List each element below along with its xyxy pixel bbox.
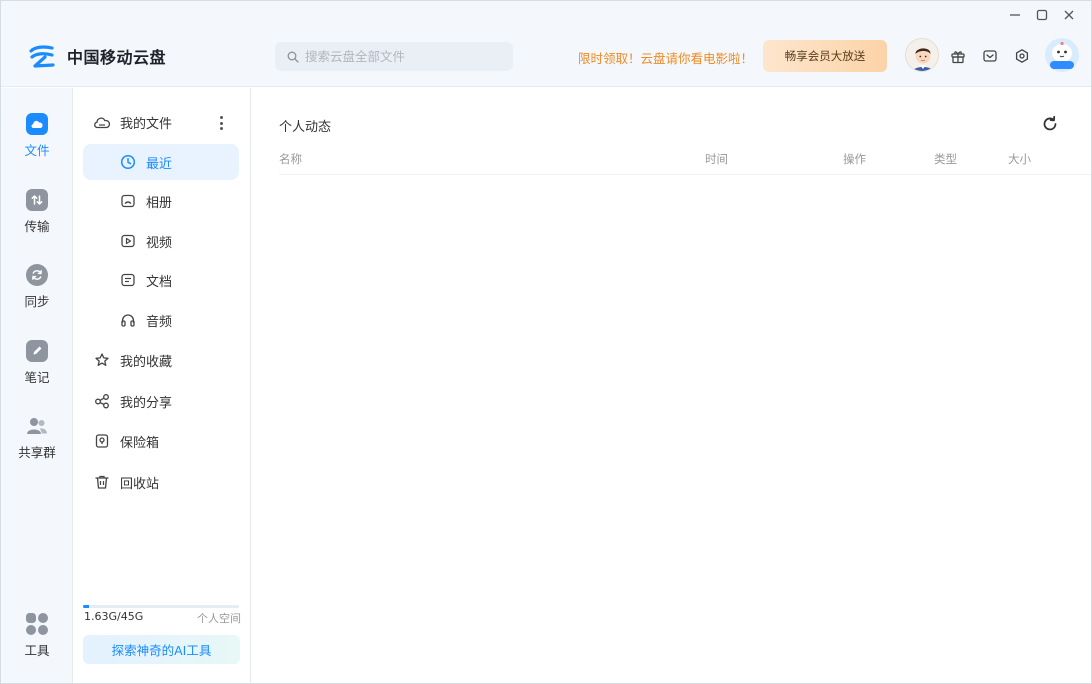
rail-label-transfer: 传输 — [24, 216, 49, 235]
rail-item-files[interactable]: 文件 — [1, 113, 73, 169]
explore-ai-tools-button[interactable]: 探索神奇的AI工具 — [83, 635, 240, 664]
gift-button[interactable] — [948, 46, 968, 66]
tree-item-favorites[interactable]: 我的收藏 — [93, 342, 239, 378]
tree-label-my-files: 我的文件 — [120, 113, 172, 132]
rail-label-tools: 工具 — [24, 640, 49, 659]
trash-icon — [93, 473, 111, 491]
tree-label-video: 视频 — [146, 232, 172, 251]
mail-icon — [982, 48, 998, 64]
more-dot — [220, 122, 223, 125]
app-logo: 中国移动云盘 — [27, 41, 166, 71]
tools-icon — [26, 613, 48, 635]
table-header-divider — [279, 174, 1091, 175]
gear-icon — [1014, 48, 1030, 64]
column-header-type[interactable]: 类型 — [934, 151, 957, 167]
user-avatar[interactable] — [905, 38, 939, 72]
tree-label-recycle: 回收站 — [120, 473, 159, 492]
search-icon — [287, 51, 299, 63]
share-icon — [93, 392, 111, 410]
tree-item-video[interactable]: 视频 — [119, 223, 239, 259]
clock-icon — [119, 153, 137, 171]
vip-promo-button[interactable]: 畅享会员大放送 — [763, 40, 887, 72]
tree-label-recent: 最近 — [146, 153, 172, 172]
rail-label-notes: 笔记 — [24, 367, 49, 386]
tree-label-safe: 保险箱 — [120, 432, 159, 451]
rail-item-tools[interactable]: 工具 — [1, 613, 73, 669]
tree-item-recent[interactable]: 最近 — [83, 144, 239, 180]
avatar-icon — [906, 39, 939, 72]
app-window: 中国移动云盘 限时领取！云盘请你看电影啦！ 畅享会员大放送 — [0, 0, 1092, 684]
title-bar — [1, 1, 1091, 29]
sync-icon — [26, 264, 48, 286]
video-icon — [119, 232, 137, 250]
star-icon — [93, 351, 111, 369]
refresh-button[interactable] — [1040, 114, 1060, 134]
maximize-icon — [1036, 9, 1048, 21]
column-header-action: 操作 — [843, 151, 866, 167]
page-title: 个人动态 — [279, 116, 331, 135]
album-icon — [119, 192, 137, 210]
tree-label-audio: 音频 — [146, 311, 172, 330]
app-name: 中国移动云盘 — [67, 44, 166, 68]
tree-item-share[interactable]: 我的分享 — [93, 383, 239, 419]
rail-label-share-group: 共享群 — [18, 442, 56, 461]
rail-label-files: 文件 — [24, 140, 49, 159]
rail-item-notes[interactable]: 笔记 — [1, 340, 73, 396]
note-icon — [26, 340, 48, 362]
rail-label-sync: 同步 — [24, 291, 49, 310]
tree-item-safe[interactable]: 保险箱 — [93, 423, 239, 459]
promo-link[interactable]: 限时领取！云盘请你看电影啦！ — [578, 48, 753, 67]
refresh-icon — [1040, 114, 1060, 134]
rail-item-share-group[interactable]: 共享群 — [1, 415, 73, 471]
tree-item-document[interactable]: 文档 — [119, 262, 239, 298]
search-box[interactable] — [275, 42, 513, 71]
cloud-icon — [26, 113, 48, 135]
document-icon — [119, 271, 137, 289]
storage-progress-fill — [83, 605, 89, 608]
ai-assistant-icon — [1045, 38, 1079, 72]
transfer-icon — [26, 189, 48, 211]
main-nav-rail: 文件 传输 同步 笔记 共享群 — [1, 88, 73, 684]
rail-item-sync[interactable]: 同步 — [1, 264, 73, 320]
main-content: 个人动态 名称 时间 操作 类型 大小 — [252, 88, 1091, 684]
headphones-icon — [119, 311, 137, 329]
message-button[interactable] — [980, 46, 1000, 66]
column-header-size[interactable]: 大小 — [1008, 151, 1031, 167]
maximize-button[interactable] — [1033, 6, 1051, 24]
storage-used: 1.63G/45G — [84, 610, 143, 623]
more-options-button[interactable] — [213, 114, 229, 132]
tree-item-album[interactable]: 相册 — [119, 183, 239, 219]
tree-item-my-files[interactable]: 我的文件 — [93, 104, 213, 140]
column-header-time[interactable]: 时间 — [705, 151, 728, 167]
tree-item-audio[interactable]: 音频 — [119, 302, 239, 338]
app-header: 中国移动云盘 限时领取！云盘请你看电影啦！ 畅享会员大放送 — [1, 29, 1091, 87]
gift-icon — [950, 48, 966, 64]
minimize-icon — [1009, 9, 1021, 21]
more-dot — [220, 116, 223, 119]
storage-label: 个人空间 — [197, 610, 241, 626]
rail-item-transfer[interactable]: 传输 — [1, 189, 73, 245]
cloud-outline-icon — [93, 113, 111, 131]
tree-item-recycle[interactable]: 回收站 — [93, 464, 239, 500]
storage-progress-bar — [83, 605, 239, 608]
column-header-name[interactable]: 名称 — [279, 151, 302, 167]
group-icon — [26, 415, 48, 437]
close-button[interactable] — [1060, 6, 1078, 24]
tree-label-album: 相册 — [146, 192, 172, 211]
tree-label-share: 我的分享 — [120, 392, 172, 411]
more-dot — [220, 127, 223, 130]
safe-box-icon — [93, 432, 111, 450]
tree-label-document: 文档 — [146, 271, 172, 290]
settings-button[interactable] — [1012, 46, 1032, 66]
search-input[interactable] — [305, 49, 495, 64]
minimize-button[interactable] — [1006, 6, 1024, 24]
ai-assistant-button[interactable] — [1045, 38, 1079, 72]
close-icon — [1063, 9, 1075, 21]
logo-icon — [27, 41, 57, 71]
tree-label-favorites: 我的收藏 — [120, 351, 172, 370]
file-tree-panel: 我的文件 最近 相册 视频 文档 — [73, 88, 251, 684]
